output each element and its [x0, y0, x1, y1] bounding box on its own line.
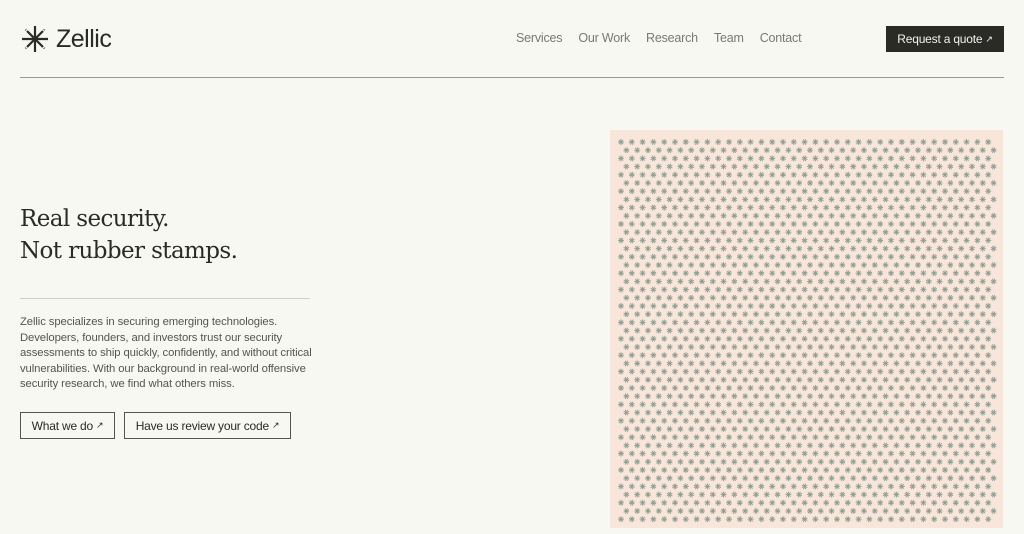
hero-description: Zellic specializes in securing emerging … [20, 316, 312, 390]
request-quote-button[interactable]: Request a quote ↗ [886, 26, 1004, 52]
main-nav: Services Our Work Research Team Contact [516, 31, 802, 45]
request-quote-label: Request a quote [897, 32, 983, 46]
pattern-panel [610, 130, 1003, 528]
nav-item-services[interactable]: Services [516, 31, 563, 45]
hero-headline: Real security. Not rubber stamps. [20, 203, 238, 267]
brand-name: Zellic [56, 24, 112, 53]
nav-item-our-work[interactable]: Our Work [578, 31, 630, 45]
zellic-star-icon [20, 24, 50, 54]
headline-line-1: Real security. [20, 206, 169, 232]
logo-link[interactable]: Zellic [20, 24, 112, 54]
nav-item-contact[interactable]: Contact [760, 31, 802, 45]
what-we-do-button[interactable]: What we do ↗ [20, 412, 115, 439]
arrow-up-right-icon: ↗ [96, 420, 104, 430]
headline-line-2: Not rubber stamps. [20, 238, 238, 264]
page: Zellic Services Our Work Research Team C… [0, 0, 1024, 534]
header-divider [20, 77, 1004, 78]
site-header: Zellic Services Our Work Research Team C… [20, 20, 1004, 58]
what-we-do-label: What we do [31, 418, 94, 433]
nav-item-team[interactable]: Team [714, 31, 744, 45]
review-code-button[interactable]: Have us review your code ↗ [124, 412, 291, 439]
arrow-up-right-icon: ↗ [985, 33, 993, 44]
review-code-label: Have us review your code [135, 418, 269, 433]
nav-item-research[interactable]: Research [646, 31, 698, 45]
arrow-up-right-icon: ↗ [271, 420, 280, 430]
hero-divider [20, 298, 310, 299]
star-pattern [616, 137, 998, 524]
